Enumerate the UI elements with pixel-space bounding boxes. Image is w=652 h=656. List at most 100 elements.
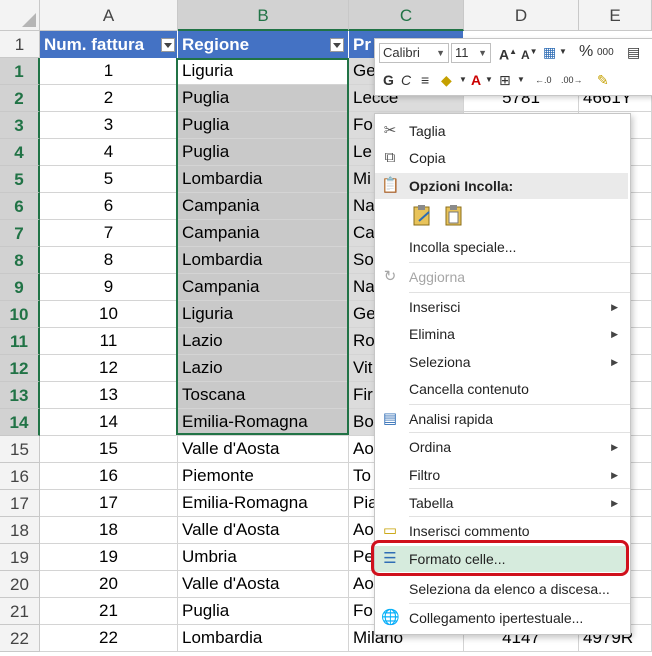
thousands-separator-icon[interactable]: 000 [597,44,614,62]
table-cell[interactable]: Toscana [178,382,349,409]
font-color-icon[interactable]: A [471,71,481,89]
percent-format-icon[interactable]: % [579,43,593,61]
cell-style-icon[interactable]: ▦ [543,43,556,61]
table-cell[interactable]: Lombardia [178,247,349,274]
font-name-dropdown[interactable]: Calibri ▼ [379,43,449,63]
bold-icon[interactable]: G [383,71,394,89]
table-cell[interactable]: Lombardia [178,166,349,193]
table-cell[interactable]: 10 [40,301,178,328]
table-cell[interactable]: Puglia [178,85,349,112]
table-cell[interactable]: Valle d'Aosta [178,571,349,598]
menu-item-ordina[interactable]: Ordina ▶ [375,434,628,460]
table-cell[interactable]: 12 [40,355,178,382]
row-header[interactable]: 9 [0,274,40,301]
table-cell[interactable]: Umbria [178,544,349,571]
table-cell[interactable]: 8 [40,247,178,274]
table-cell[interactable]: 7 [40,220,178,247]
table-cell[interactable]: Lazio [178,355,349,382]
row-header[interactable]: 16 [0,463,40,490]
decrease-font-icon[interactable]: A▼ [521,43,538,64]
table-cell[interactable]: 13 [40,382,178,409]
table-cell[interactable]: 16 [40,463,178,490]
row-header[interactable]: 10 [0,301,40,328]
menu-item-cancella-contenuto[interactable]: Cancella contenuto [375,376,628,402]
table-cell[interactable]: Lombardia [178,625,349,652]
spreadsheet-grid[interactable]: A B C D E 1 Num. fattura Regione Pr 1 1 Li… [0,0,652,656]
menu-item-seleziona[interactable]: Seleziona ▶ [375,349,628,375]
row-header[interactable]: 4 [0,139,40,166]
table-header-cell-a[interactable]: Num. fattura [40,31,178,58]
menu-item-copia[interactable]: ⧉ Copia [375,145,628,171]
column-header-d[interactable]: D [464,0,579,31]
menu-item-inserisci-commento[interactable]: ▭ Inserisci commento [375,518,628,544]
row-header[interactable]: 3 [0,112,40,139]
format-painter-icon[interactable]: ✎ [597,71,609,89]
row-header[interactable]: 20 [0,571,40,598]
table-cell[interactable]: Liguria [178,301,349,328]
table-cell[interactable]: Campania [178,220,349,247]
table-header-cell-b[interactable]: Regione [178,31,349,58]
menu-item-collegamento[interactable]: 🌐 Collegamento ipertestuale... [375,605,628,631]
table-cell[interactable]: 11 [40,328,178,355]
chevron-down-icon[interactable]: ▼ [459,71,467,89]
menu-item-seleziona-elenco[interactable]: Seleziona da elenco a discesa... [375,576,628,602]
menu-item-analisi-rapida[interactable]: ▤ Analisi rapida [375,406,628,432]
row-header[interactable]: 1 [0,31,40,58]
menu-item-taglia[interactable]: ✂ Taglia [375,118,628,144]
chevron-down-icon[interactable]: ▼ [559,43,567,61]
row-header[interactable]: 17 [0,490,40,517]
table-cell[interactable]: 19 [40,544,178,571]
table-cell[interactable]: 4 [40,139,178,166]
table-cell[interactable]: 14 [40,409,178,436]
table-cell[interactable]: Piemonte [178,463,349,490]
row-header[interactable]: 5 [0,166,40,193]
table-cell[interactable]: 1 [40,58,178,85]
table-cell[interactable]: Valle d'Aosta [178,517,349,544]
column-header-b[interactable]: B [178,0,349,31]
font-size-dropdown[interactable]: 11 ▼ [451,43,491,63]
paste-icon[interactable] [411,204,433,228]
chevron-down-icon[interactable]: ▼ [517,71,525,89]
row-header[interactable]: 14 [0,409,40,436]
table-cell[interactable]: 18 [40,517,178,544]
table-cell[interactable]: 5 [40,166,178,193]
column-header-e[interactable]: E [579,0,652,31]
column-header-a[interactable]: A [40,0,178,31]
row-header[interactable]: 21 [0,598,40,625]
table-cell[interactable]: Emilia-Romagna [178,490,349,517]
table-cell[interactable]: 6 [40,193,178,220]
table-cell[interactable]: 20 [40,571,178,598]
borders-icon[interactable]: ⊞ [499,71,511,89]
table-cell[interactable]: Campania [178,274,349,301]
menu-item-elimina[interactable]: Elimina ▶ [375,321,628,347]
table-cell[interactable]: Puglia [178,139,349,166]
italic-icon[interactable]: C [401,71,411,89]
paste-values-icon[interactable] [443,204,465,228]
menu-item-inserisci[interactable]: Inserisci ▶ [375,294,628,320]
row-header[interactable]: 2 [0,85,40,112]
fill-color-icon[interactable]: ◆ [441,71,452,89]
table-cell[interactable]: Puglia [178,598,349,625]
increase-font-icon[interactable]: A▲ [499,43,517,64]
table-cell[interactable]: Emilia-Romagna [178,409,349,436]
table-cell[interactable]: Campania [178,193,349,220]
row-header[interactable]: 8 [0,247,40,274]
format-table-icon[interactable]: ▤ [627,43,640,61]
table-cell[interactable]: Puglia [178,112,349,139]
column-header-c[interactable]: C [349,0,464,31]
row-header[interactable]: 7 [0,220,40,247]
row-header[interactable]: 1 [0,58,40,85]
row-header[interactable]: 22 [0,625,40,652]
filter-dropdown-icon[interactable] [330,38,344,52]
table-cell[interactable]: 9 [40,274,178,301]
row-header[interactable]: 11 [0,328,40,355]
menu-item-incolla-speciale[interactable]: Incolla speciale... [375,234,628,260]
row-header[interactable]: 12 [0,355,40,382]
table-cell[interactable]: 3 [40,112,178,139]
table-cell[interactable]: 21 [40,598,178,625]
table-cell[interactable]: Valle d'Aosta [178,436,349,463]
row-header[interactable]: 13 [0,382,40,409]
row-header[interactable]: 6 [0,193,40,220]
row-header[interactable]: 19 [0,544,40,571]
chevron-down-icon[interactable]: ▼ [485,71,493,89]
